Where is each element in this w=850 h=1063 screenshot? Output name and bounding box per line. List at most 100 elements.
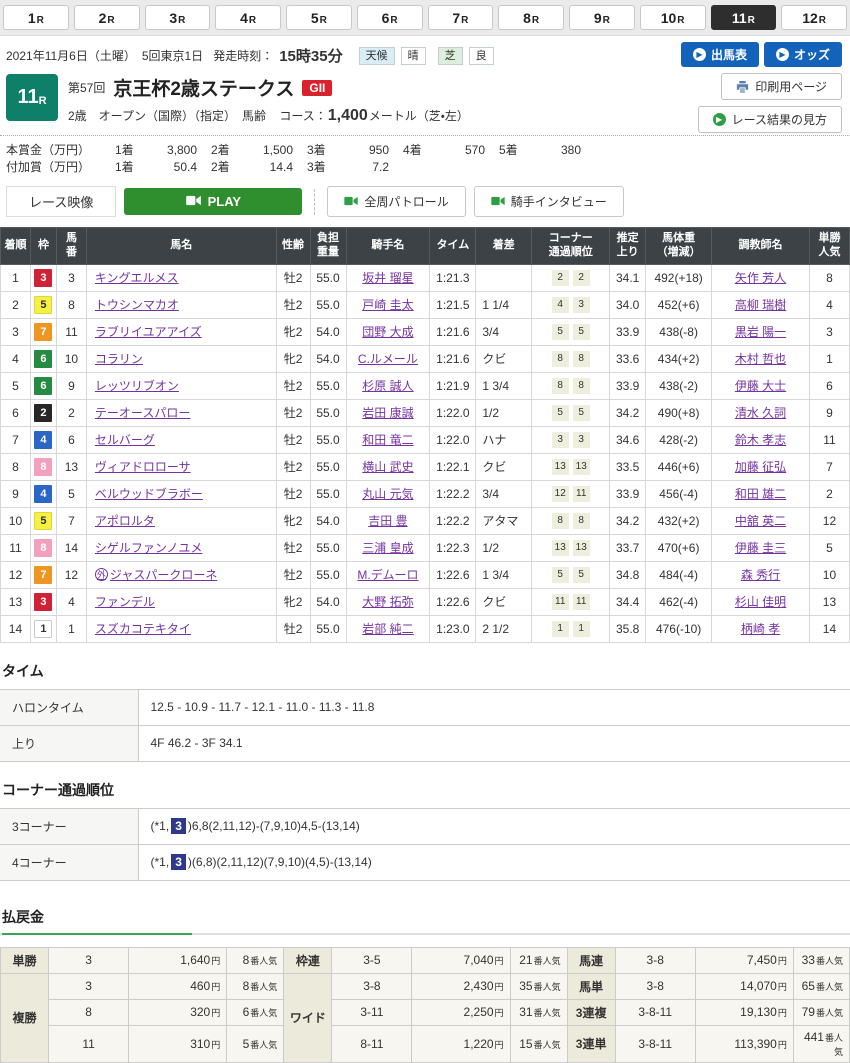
course-distance: 1,400 (328, 107, 368, 124)
race-tab-4r[interactable]: 4R (215, 5, 281, 30)
result-guide-button[interactable]: ▶ レース結果の見方 (698, 106, 842, 133)
last-3f-time: 34.2 (610, 399, 646, 426)
trainer-cell: 高柳 瑞樹 (712, 291, 810, 318)
trainer-name-link[interactable]: 伊藤 大士 (735, 379, 786, 393)
last-3f-time: 34.8 (610, 561, 646, 588)
trainer-name-link[interactable]: 矢作 芳人 (735, 271, 786, 285)
race-tab-9r[interactable]: 9R (569, 5, 635, 30)
horse-name-link[interactable]: レッツリブオン (95, 379, 179, 393)
frame-cell: 6 (30, 372, 56, 399)
finish-position: 8 (1, 453, 31, 480)
trainer-name-link[interactable]: 柄崎 孝 (741, 622, 780, 636)
horse-name-link[interactable]: シゲルファンノユメ (95, 541, 202, 555)
jockey-cell: 和田 竜二 (346, 426, 430, 453)
horse-name-link[interactable]: ヴィアドロローサ (95, 460, 191, 474)
corner-position-chip: 2 (573, 270, 590, 286)
trainer-name-link[interactable]: 黒岩 陽一 (735, 325, 786, 339)
race-tab-7r[interactable]: 7R (428, 5, 494, 30)
horse-name-link[interactable]: キングエルメス (95, 271, 179, 285)
jockey-name-link[interactable]: 三浦 皇成 (362, 541, 413, 555)
prize-row: 付加賞（万円）1着50.42着14.43着7.2 (6, 159, 844, 176)
horse-weight: 438(-8) (646, 318, 712, 345)
print-button-label: 印刷用ページ (755, 78, 827, 95)
jockey-name-link[interactable]: 和田 竜二 (362, 433, 413, 447)
yen-unit: 円 (778, 1040, 787, 1050)
horse-name-link[interactable]: コラリン (95, 352, 143, 366)
race-tab-5r[interactable]: 5R (286, 5, 352, 30)
horse-number: 2 (56, 399, 86, 426)
trainer-name-link[interactable]: 中舘 英二 (735, 514, 786, 528)
jockey-name-link[interactable]: 団野 大成 (362, 325, 413, 339)
margin: クビ (476, 345, 532, 372)
horse-name-link[interactable]: セルバーグ (95, 433, 155, 447)
jockey-cell: 坂井 瑠星 (346, 264, 430, 291)
yen-unit: 円 (211, 1008, 220, 1018)
jockey-name-link[interactable]: 戸崎 圭太 (362, 298, 413, 312)
entries-button[interactable]: ▶ 出馬表 (681, 42, 759, 67)
trainer-name-link[interactable]: 鈴木 孝志 (735, 433, 786, 447)
horse-name-cell: 外ジャスパークローネ (86, 561, 276, 588)
horse-name-link[interactable]: ファンデル (95, 595, 155, 609)
race-tab-11r[interactable]: 11R (711, 5, 777, 30)
horse-name-link[interactable]: スズカコテキタイ (95, 622, 191, 636)
jockey-name-link[interactable]: 大野 拓弥 (362, 595, 413, 609)
jockey-name-link[interactable]: 横山 武史 (362, 460, 413, 474)
trainer-name-link[interactable]: 伊藤 圭三 (735, 541, 786, 555)
odds-button[interactable]: ▶ オッズ (764, 42, 842, 67)
corner-position-chip: 13 (573, 459, 590, 475)
horse-name-link[interactable]: アポロルタ (95, 514, 155, 528)
race-date: 2021年11月6日（土曜） (6, 47, 136, 64)
horse-name-link[interactable]: ベルウッドブラボー (95, 487, 203, 501)
race-tab-10r[interactable]: 10R (640, 5, 706, 30)
jockey-cell: 岩田 康誠 (346, 399, 430, 426)
last-3f-time: 34.6 (610, 426, 646, 453)
jockey-name-link[interactable]: 丸山 元気 (362, 487, 413, 501)
play-button[interactable]: PLAY (124, 188, 302, 215)
race-tab-8r[interactable]: 8R (498, 5, 564, 30)
race-title-block: 第57回 京王杯2歳ステークス GII 2歳 オープン（国際）（指定） 馬齢 コ… (68, 74, 469, 125)
tab-number: 7 (452, 10, 460, 26)
race-tab-2r[interactable]: 2R (74, 5, 140, 30)
win-label: 単勝 (1, 947, 49, 973)
patrol-video-button[interactable]: 全周パトロール (327, 186, 465, 217)
jockey-interview-button[interactable]: 騎手インタビュー (474, 186, 624, 217)
trainer-name-link[interactable]: 杉山 佳明 (735, 595, 786, 609)
trainer-name-link[interactable]: 木村 哲也 (735, 352, 786, 366)
carried-weight: 55.0 (310, 426, 346, 453)
corner-order-cell: 1313 (532, 534, 610, 561)
margin: 1 3/4 (476, 372, 532, 399)
horse-name-link[interactable]: トウシンマカオ (95, 298, 179, 312)
table-row: ハロンタイム12.5 - 10.9 - 11.7 - 12.1 - 11.0 -… (0, 689, 850, 725)
prize-place-label: 3着 (307, 159, 341, 176)
place-amount: 310円 (129, 1025, 227, 1062)
jockey-name-link[interactable]: 岩部 純二 (362, 622, 413, 636)
horse-name-link[interactable]: ラブリイユアアイズ (95, 325, 202, 339)
horse-number: 4 (56, 588, 86, 615)
finish-position: 12 (1, 561, 31, 588)
race-tab-6r[interactable]: 6R (357, 5, 423, 30)
race-tab-12r[interactable]: 12R (781, 5, 847, 30)
trainer-name-link[interactable]: 和田 雄二 (735, 487, 786, 501)
jockey-name-link[interactable]: 岩田 康誠 (362, 406, 413, 420)
race-meeting: 5回東京1日 (142, 47, 203, 64)
tab-suffix: R (532, 15, 539, 26)
print-button[interactable]: 印刷用ページ (721, 73, 842, 100)
corner-position-chip: 4 (552, 297, 569, 313)
trainer-name-link[interactable]: 清水 久詞 (735, 406, 786, 420)
race-tab-3r[interactable]: 3R (145, 5, 211, 30)
trainer-name-link[interactable]: 森 秀行 (741, 568, 780, 582)
jockey-name-link[interactable]: 吉田 豊 (368, 514, 407, 528)
jockey-name-link[interactable]: 坂井 瑠星 (362, 271, 413, 285)
last-3f-time: 34.2 (610, 507, 646, 534)
payout-row: 複勝3460円8番人気ワイド3-82,430円35番人気馬単3-814,070円… (1, 973, 850, 999)
trainer-name-link[interactable]: 高柳 瑞樹 (735, 298, 786, 312)
horse-name-link[interactable]: テーオースパロー (95, 406, 190, 420)
trainer-name-link[interactable]: 加藤 征弘 (735, 460, 786, 474)
jockey-name-link[interactable]: M.デムーロ (357, 568, 418, 582)
horse-name-link[interactable]: ジャスパークローネ (110, 568, 217, 582)
race-tab-1r[interactable]: 1R (3, 5, 69, 30)
jockey-name-link[interactable]: C.ルメール (358, 352, 418, 366)
last-3f-time: 34.4 (610, 588, 646, 615)
jockey-name-link[interactable]: 杉原 誠人 (362, 379, 413, 393)
carried-weight: 55.0 (310, 399, 346, 426)
